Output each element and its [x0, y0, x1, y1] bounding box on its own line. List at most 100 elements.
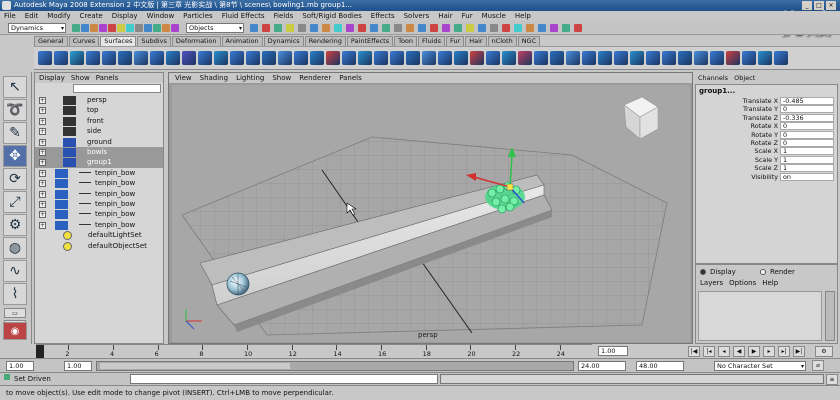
tab-surfaces[interactable]: Surfaces	[100, 36, 137, 46]
expand-icon[interactable]: +	[39, 190, 46, 198]
layer-menu-options[interactable]: Options	[729, 279, 756, 287]
menu-file[interactable]: File	[4, 11, 16, 21]
rotate-tool-icon[interactable]: ⟳	[3, 168, 27, 190]
viewport-menu-show[interactable]: Show	[272, 73, 291, 83]
outliner-menu-panels[interactable]: Panels	[96, 73, 119, 83]
shelf-tool-icon[interactable]	[358, 51, 372, 65]
expand-icon[interactable]: +	[39, 138, 46, 146]
perspective-viewport[interactable]: persp	[172, 85, 690, 342]
menu-hair[interactable]: Hair	[438, 11, 452, 21]
shelf-tool-icon[interactable]	[70, 51, 84, 65]
command-input[interactable]	[130, 374, 438, 384]
lasso-tool-icon[interactable]: ➰	[3, 99, 27, 121]
render-layer-radio[interactable]: Render	[760, 268, 795, 276]
step-back-key-icon[interactable]: |◂	[703, 346, 715, 357]
tab-animation[interactable]: Animation	[221, 36, 263, 46]
menu-particles[interactable]: Particles	[183, 11, 213, 21]
channel-value-field[interactable]: on	[780, 172, 834, 181]
tab-curves[interactable]: Curves	[68, 36, 100, 46]
outliner-item[interactable]: + tenpin_bow	[35, 178, 163, 189]
shelf-tool-icon[interactable]	[390, 51, 404, 65]
channel-label[interactable]: Scale Z	[754, 164, 778, 172]
status-tool-icon[interactable]	[90, 24, 98, 32]
shelf-tool-icon[interactable]	[758, 51, 772, 65]
auto-key-icon[interactable]: ⌀	[812, 360, 824, 371]
channel-label[interactable]: Scale Y	[755, 156, 778, 164]
outliner-menu-show[interactable]: Show	[71, 73, 90, 83]
shelf-tool-icon[interactable]	[630, 51, 644, 65]
tab-dynamics[interactable]: Dynamics	[263, 36, 304, 46]
playback-end-field[interactable]: 48.00	[636, 361, 684, 371]
shelf-tool-icon[interactable]	[710, 51, 724, 65]
status-tool-icon[interactable]	[162, 24, 170, 32]
step-back-frame-icon[interactable]: ◂	[718, 346, 730, 357]
channel-box-menu-object[interactable]: Object	[734, 74, 755, 82]
status-tool-icon[interactable]	[370, 24, 378, 32]
manipulator-tool-icon[interactable]: ⚙	[3, 214, 27, 236]
channel-row[interactable]: Rotate Y0	[696, 130, 837, 139]
menu-edit[interactable]: Edit	[25, 11, 39, 21]
shelf-tool-icon[interactable]	[406, 51, 420, 65]
shelf-tool-icon[interactable]	[614, 51, 628, 65]
channel-value-field[interactable]: -0.336	[780, 113, 834, 122]
view-cube-icon[interactable]	[623, 96, 659, 140]
shelf-tool-icon[interactable]	[374, 51, 388, 65]
status-tool-icon[interactable]	[502, 24, 510, 32]
shelf-tool-icon[interactable]	[774, 51, 788, 65]
channel-row[interactable]: Scale Y1	[696, 155, 837, 164]
status-tool-icon[interactable]	[550, 24, 558, 32]
paint-select-tool-icon[interactable]: ✎	[3, 122, 27, 144]
selection-mask-dropdown[interactable]: Objects	[186, 23, 244, 33]
shelf-tool-icon[interactable]	[310, 51, 324, 65]
viewport-menu-renderer[interactable]: Renderer	[299, 73, 331, 83]
shelf-tool-icon[interactable]	[246, 51, 260, 65]
status-tool-icon[interactable]	[126, 24, 134, 32]
status-tool-icon[interactable]	[250, 24, 258, 32]
menu-create[interactable]: Create	[79, 11, 102, 21]
channel-row[interactable]: Rotate X0	[696, 122, 837, 131]
channel-value-field[interactable]: 0	[780, 105, 834, 114]
outliner-item[interactable]: defaultObjectSet	[35, 241, 163, 251]
outliner-menu-display[interactable]: Display	[39, 73, 65, 83]
shelf-tool-icon[interactable]	[438, 51, 452, 65]
status-tool-icon[interactable]	[418, 24, 426, 32]
channel-value-field[interactable]: 0	[780, 139, 834, 147]
tab-painteffects[interactable]: PaintEffects	[346, 36, 394, 46]
shelf-tool-icon[interactable]	[422, 51, 436, 65]
channel-label[interactable]: Translate X	[743, 97, 778, 105]
layer-scrollbar[interactable]	[825, 291, 835, 341]
status-tool-icon[interactable]	[466, 24, 474, 32]
status-tool-icon[interactable]	[346, 24, 354, 32]
shelf-tool-icon[interactable]	[534, 51, 548, 65]
menu-fur[interactable]: Fur	[462, 11, 473, 21]
expand-icon[interactable]: +	[39, 221, 46, 229]
viewport-menu-lighting[interactable]: Lighting	[236, 73, 264, 83]
channel-value-field[interactable]: 1	[780, 155, 834, 164]
channel-row[interactable]: Scale Z1	[696, 164, 837, 173]
status-tool-icon[interactable]	[334, 24, 342, 32]
channel-value-field[interactable]: 1	[780, 147, 834, 156]
bowling-ball[interactable]	[226, 272, 250, 296]
tab-toon[interactable]: Toon	[394, 36, 418, 46]
channel-label[interactable]: Rotate Y	[751, 131, 778, 139]
menu-help[interactable]: Help	[515, 11, 531, 21]
channel-box-menu-channels[interactable]: Channels	[698, 74, 728, 82]
shelf-tool-icon[interactable]	[38, 51, 52, 65]
shelf-tool-icon[interactable]	[198, 51, 212, 65]
outliner-item[interactable]: + persp	[35, 95, 163, 105]
tab-fluids[interactable]: Fluids	[418, 36, 446, 46]
outliner-item[interactable]: + tenpin_bow	[35, 199, 163, 209]
layer-menu-layers[interactable]: Layers	[700, 279, 723, 287]
status-tool-icon[interactable]	[538, 24, 546, 32]
shelf-tool-icon[interactable]	[86, 51, 100, 65]
expand-icon[interactable]: +	[39, 169, 46, 177]
status-tool-icon[interactable]	[72, 24, 80, 32]
display-layer-radio[interactable]: Display	[700, 268, 736, 276]
channel-label[interactable]: Scale X	[754, 147, 778, 155]
status-tool-icon[interactable]	[310, 24, 318, 32]
status-tool-icon[interactable]	[478, 24, 486, 32]
step-forward-frame-icon[interactable]: ▸	[763, 346, 775, 357]
shelf-tool-icon[interactable]	[214, 51, 228, 65]
channel-row[interactable]: Translate Y0	[696, 105, 837, 114]
menu-soft-rigid-bodies[interactable]: Soft/Rigid Bodies	[302, 11, 361, 21]
